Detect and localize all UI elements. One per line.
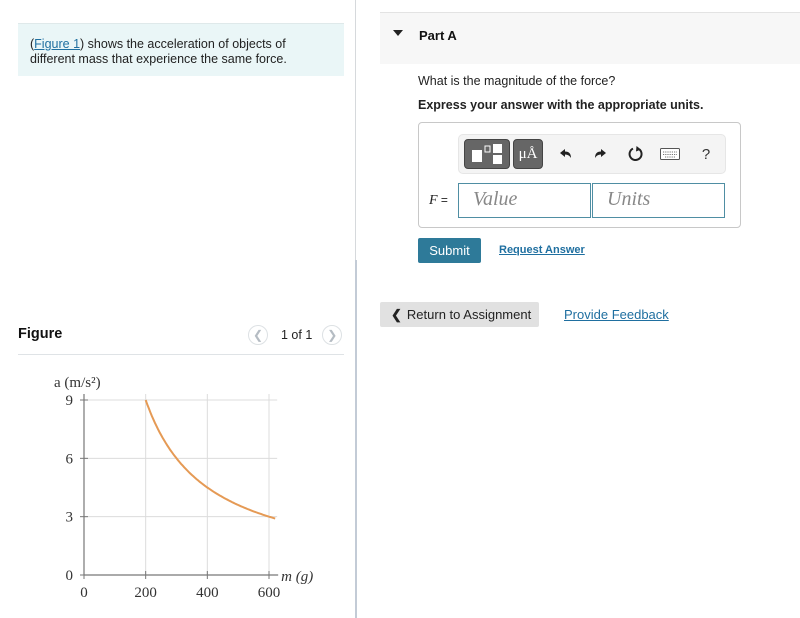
reset-button[interactable] (625, 143, 647, 165)
figure-pager: ❮ 1 of 1 ❯ (248, 325, 343, 345)
left-pane: (Figure 1) shows the acceleration of obj… (0, 0, 356, 618)
math-toolbar: μÅ ? (458, 134, 726, 174)
x-tick-label: 400 (196, 585, 219, 601)
chart-svg: 0 3 6 9 0 200 400 600 a (m/s²) m (g) (54, 375, 313, 601)
templates-button[interactable] (464, 139, 510, 169)
figure-page-count: 1 of 1 (281, 328, 313, 342)
x-tick-label: 200 (134, 585, 157, 601)
part-title: Part A (419, 28, 457, 43)
data-curve (144, 399, 276, 520)
reset-icon (628, 146, 643, 161)
chevron-right-icon: ❯ (327, 328, 338, 342)
redo-icon (595, 149, 606, 158)
undo-button[interactable] (554, 143, 576, 165)
return-label: Return to Assignment (406, 307, 532, 322)
help-button[interactable]: ? (695, 143, 717, 165)
x-tick-label: 600 (258, 585, 281, 601)
chevron-left-icon: ❮ (391, 306, 402, 322)
caret-down-icon (393, 30, 403, 36)
provide-feedback-link[interactable]: Provide Feedback (564, 307, 669, 322)
value-input[interactable]: Value (458, 183, 591, 218)
figure-next-button[interactable]: ❯ (322, 325, 343, 345)
variable-label: F = (429, 193, 448, 209)
instruction-text: Express your answer with the appropriate… (418, 98, 704, 112)
acceleration-mass-chart: 0 3 6 9 0 200 400 600 a (m/s²) m (g) (40, 360, 340, 610)
redo-button[interactable] (590, 143, 612, 165)
y-tick-label: 6 (66, 451, 74, 467)
variable-symbol: F (429, 193, 438, 208)
answer-box: μÅ ? F = Value Units (418, 122, 741, 228)
units-input[interactable]: Units (592, 183, 725, 218)
templates-icon (472, 144, 502, 164)
problem-intro: (Figure 1) shows the acceleration of obj… (18, 23, 344, 76)
request-answer-link[interactable]: Request Answer (499, 244, 585, 256)
x-axis-label: m (g) (281, 569, 313, 585)
keyboard-icon (660, 148, 680, 160)
chevron-left-icon: ❮ (252, 328, 264, 342)
figure-divider (18, 354, 344, 355)
y-tick-label: 0 (66, 568, 74, 584)
return-to-assignment-button[interactable]: ❮ Return to Assignment (380, 302, 539, 327)
y-tick-label: 9 (66, 393, 74, 409)
part-a-header[interactable]: Part A (380, 12, 800, 64)
figure-title: Figure (18, 326, 63, 342)
y-tick-label: 3 (66, 510, 74, 526)
submit-button[interactable]: Submit (418, 238, 481, 263)
scrollbar-thumb[interactable] (355, 260, 357, 618)
keyboard-button[interactable] (659, 143, 681, 165)
question-text: What is the magnitude of the force? (418, 74, 616, 88)
equals-sign: = (440, 193, 448, 207)
y-axis-label: a (m/s²) (54, 375, 101, 391)
x-tick-label: 0 (80, 585, 88, 601)
units-button[interactable]: μÅ (513, 139, 543, 169)
figure-link[interactable]: Figure 1 (34, 37, 80, 51)
undo-icon (560, 149, 571, 158)
figure-prev-button[interactable]: ❮ (248, 325, 268, 345)
